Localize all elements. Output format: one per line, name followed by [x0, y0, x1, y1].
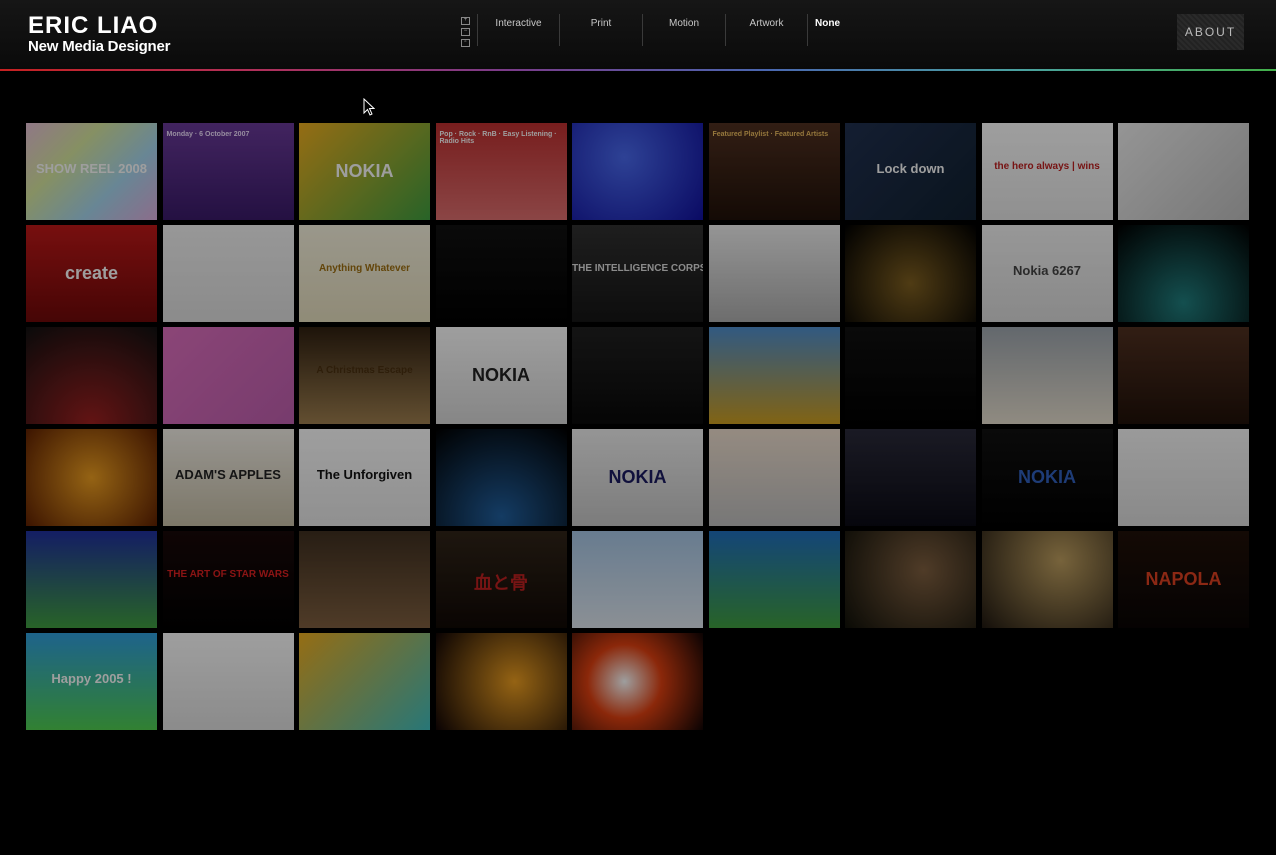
thumbnail-caption: SHOW REEL 2008 [35, 161, 148, 176]
logo-name: ERIC LIAO [28, 12, 159, 39]
thumbnail-caption: NAPOLA [1145, 569, 1222, 589]
nav-item-print[interactable]: Print [559, 14, 642, 46]
thumbnail-caption: NOKIA [1018, 467, 1076, 487]
portfolio-thumbnail[interactable]: The Unforgiven [299, 429, 430, 526]
portfolio-thumbnail[interactable] [1118, 327, 1249, 424]
zoom-out-icon[interactable]: − [461, 28, 470, 36]
thumbnail-caption: Lock down [876, 161, 945, 176]
thumbnail-caption: Happy 2005 ! [51, 671, 132, 686]
portfolio-thumbnail[interactable]: A Christmas Escape [299, 327, 430, 424]
thumbnail-caption: NOKIA [335, 161, 394, 181]
thumbnail-caption: the hero always | wins [994, 161, 1100, 172]
nav-item-none[interactable]: None [807, 14, 847, 46]
portfolio-thumbnail[interactable]: create [26, 225, 157, 322]
portfolio-thumbnail[interactable]: SHOW REEL 2008 [26, 123, 157, 220]
thumbnail-caption: THE INTELLIGENCE CORPS [572, 263, 703, 274]
nav-item-motion[interactable]: Motion [642, 14, 725, 46]
portfolio-thumbnail[interactable]: Featured Playlist · Featured Artists [708, 123, 840, 220]
portfolio-thumbnail[interactable] [981, 327, 1113, 424]
thumbnail-caption: Featured Playlist · Featured Artists [712, 131, 829, 138]
portfolio-thumbnail[interactable] [572, 633, 703, 730]
portfolio-thumbnail[interactable] [1118, 225, 1249, 322]
portfolio-thumbnail[interactable] [26, 531, 157, 628]
zoom-in-icon[interactable]: + [461, 17, 470, 25]
thumbnail-caption: THE ART OF STAR WARS [167, 569, 289, 580]
portfolio-grid: SHOW REEL 2008 Monday · 6 October 2007 NOK… [26, 123, 1249, 730]
portfolio-thumbnail[interactable] [572, 531, 703, 628]
site-logo[interactable]: ERIC LIAO New Media Designer [28, 12, 171, 56]
view-controls: + − ▫ [461, 17, 472, 50]
thumbnail-caption: 血と骨 [474, 573, 528, 593]
portfolio-thumbnail[interactable] [435, 633, 567, 730]
portfolio-thumbnail[interactable]: NOKIA [572, 429, 703, 526]
portfolio-thumbnail[interactable]: Nokia 6267 [981, 225, 1113, 322]
thumbnail-caption: NOKIA [608, 467, 667, 487]
thumbnail-caption: A Christmas Escape [316, 365, 413, 376]
portfolio-thumbnail[interactable] [26, 327, 157, 424]
portfolio-thumbnail[interactable]: NOKIA [435, 327, 567, 424]
portfolio-thumbnail[interactable] [435, 225, 567, 322]
portfolio-thumbnail[interactable]: NAPOLA [1118, 531, 1249, 628]
portfolio-thumbnail[interactable]: 血と骨 [435, 531, 567, 628]
portfolio-thumbnail[interactable]: NOKIA [299, 123, 430, 220]
portfolio-thumbnail[interactable]: Anything Whatever [299, 225, 430, 322]
thumbnail-caption: Anything Whatever [318, 263, 411, 274]
portfolio-thumbnail[interactable] [299, 633, 430, 730]
portfolio-thumbnail[interactable] [1118, 429, 1249, 526]
portfolio-thumbnail[interactable] [845, 531, 976, 628]
portfolio-thumbnail[interactable] [299, 531, 430, 628]
category-nav: Interactive Print Motion Artwork None [477, 14, 847, 46]
thumbnail-caption: Monday · 6 October 2007 [166, 131, 250, 138]
about-button[interactable]: ABOUT [1177, 14, 1244, 50]
portfolio-thumbnail[interactable]: ADAM'S APPLES [162, 429, 294, 526]
portfolio-thumbnail[interactable]: THE INTELLIGENCE CORPS [572, 225, 703, 322]
thumbnail-caption: The Unforgiven [316, 467, 413, 482]
portfolio-thumbnail[interactable]: Monday · 6 October 2007 [162, 123, 294, 220]
portfolio-thumbnail[interactable] [708, 225, 840, 322]
portfolio-thumbnail[interactable] [162, 225, 294, 322]
portfolio-thumbnail[interactable] [1118, 123, 1249, 220]
thumbnail-caption: create [64, 263, 119, 283]
portfolio-thumbnail[interactable]: THE ART OF STAR WARS [162, 531, 294, 628]
portfolio-thumbnail[interactable]: Happy 2005 ! [26, 633, 157, 730]
popout-icon[interactable]: ▫ [461, 39, 470, 47]
thumbnail-caption: Pop · Rock · RnB · Easy Listening · Radi… [439, 131, 557, 145]
portfolio-thumbnail[interactable] [162, 633, 294, 730]
thumbnail-caption: ADAM'S APPLES [175, 467, 281, 482]
portfolio-thumbnail[interactable] [26, 429, 157, 526]
thumbnail-caption: NOKIA [472, 365, 530, 385]
nav-item-interactive[interactable]: Interactive [477, 14, 559, 46]
portfolio-thumbnail[interactable]: Lock down [845, 123, 976, 220]
portfolio-thumbnail[interactable] [708, 429, 840, 526]
portfolio-thumbnail[interactable]: the hero always | wins [981, 123, 1113, 220]
portfolio-thumbnail[interactable]: Pop · Rock · RnB · Easy Listening · Radi… [435, 123, 567, 220]
portfolio-thumbnail[interactable] [708, 531, 840, 628]
portfolio-thumbnail[interactable] [572, 123, 703, 220]
portfolio-thumbnail[interactable] [435, 429, 567, 526]
portfolio-thumbnail[interactable] [162, 327, 294, 424]
thumbnail-caption: Nokia 6267 [1013, 263, 1081, 278]
mouse-cursor-icon [363, 98, 375, 116]
portfolio-thumbnail[interactable] [708, 327, 840, 424]
portfolio-thumbnail[interactable] [572, 327, 703, 424]
portfolio-thumbnail[interactable] [845, 225, 976, 322]
portfolio-thumbnail[interactable] [981, 531, 1113, 628]
portfolio-thumbnail[interactable] [845, 429, 976, 526]
portfolio-thumbnail[interactable]: NOKIA [981, 429, 1113, 526]
portfolio-thumbnail[interactable] [845, 327, 976, 424]
logo-tagline: New Media Designer [28, 38, 171, 55]
rainbow-divider [0, 69, 1276, 71]
nav-item-artwork[interactable]: Artwork [725, 14, 807, 46]
